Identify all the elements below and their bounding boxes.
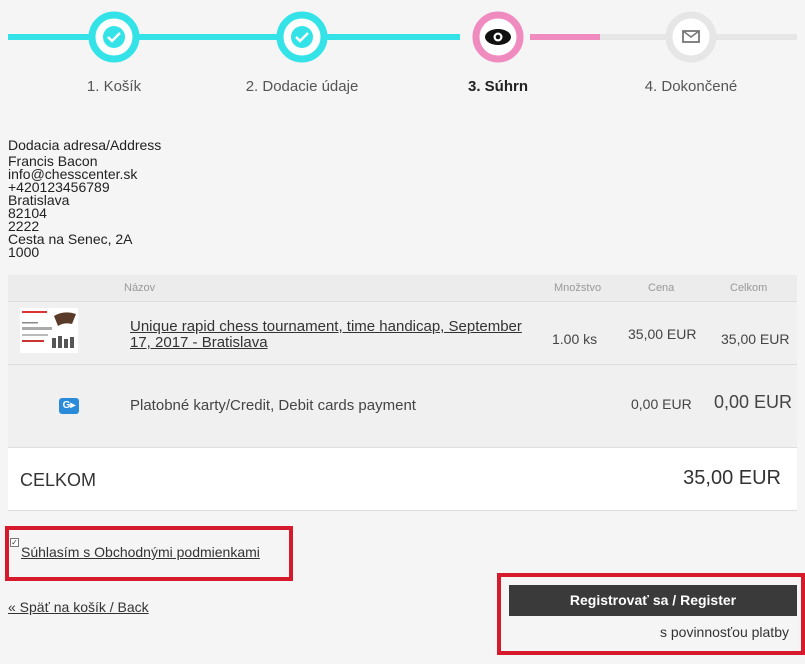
column-header-name: Názov: [124, 282, 156, 294]
envelope-icon: [665, 11, 717, 63]
step-2-label: 2. Dodacie údaje: [245, 78, 359, 95]
terms-checkbox[interactable]: ✓: [10, 538, 19, 547]
price-value: 35,00 EUR: [628, 326, 697, 342]
grand-total-value: 35,00 EUR: [683, 467, 781, 489]
step-2-done-icon: [276, 11, 328, 63]
payment-obligation-note: s povinnosťou platby: [509, 624, 797, 640]
row-total-value: 35,00 EUR: [721, 331, 790, 347]
grand-total-label: CELKOM: [20, 470, 97, 490]
checkout-progress: 1. Košík 2. Dodacie údaje 3. Súhrn 4. Do…: [0, 0, 805, 110]
column-header-price: Cena: [648, 282, 675, 294]
payment-total-value: 0,00 EUR: [714, 392, 793, 412]
table-header: Názov Množstvo Cena Celkom: [8, 275, 797, 301]
column-header-total: Celkom: [730, 282, 768, 294]
progress-track: [8, 11, 797, 63]
payment-obligation-text: s povinnosťou platby: [659, 624, 789, 640]
table-row: G▸ Platobné karty/Credit, Debit cards pa…: [8, 364, 797, 447]
product-link[interactable]: Unique rapid chess tournament, time hand…: [130, 319, 540, 351]
step-1-done-icon: [88, 11, 140, 63]
table-row: Unique rapid chess tournament, time hand…: [8, 301, 797, 364]
register-button[interactable]: Registrovať sa / Register: [509, 585, 797, 616]
payment-method-label: Platobné karty/Credit, Debit cards payme…: [130, 397, 416, 414]
step-4-label: 4. Dokončené: [644, 78, 738, 95]
delivery-address: Dodacia adresa/Address Francis Bacon inf…: [8, 137, 162, 260]
product-thumbnail[interactable]: [20, 308, 78, 353]
grand-total-row: CELKOM 35,00 EUR: [8, 447, 797, 511]
eye-icon: [472, 11, 524, 63]
address-line: 1000: [8, 244, 40, 260]
quantity-value: 1.00 ks: [552, 331, 598, 347]
payment-price-value: 0,00 EUR: [631, 396, 692, 412]
step-3-label: 3. Súhrn: [467, 78, 528, 95]
terms-link[interactable]: Súhlasím s Obchodnými podmienkami: [21, 544, 260, 560]
order-summary-table: Názov Množstvo Cena Celkom Unique rapid …: [8, 275, 797, 511]
google-pay-icon: G▸: [59, 398, 79, 414]
address-heading: Dodacia adresa/Address: [8, 137, 162, 153]
back-to-cart-link[interactable]: « Späť na košík / Back: [8, 599, 149, 615]
step-1-label: 1. Košík: [86, 78, 142, 95]
column-header-qty: Množstvo: [554, 282, 602, 294]
